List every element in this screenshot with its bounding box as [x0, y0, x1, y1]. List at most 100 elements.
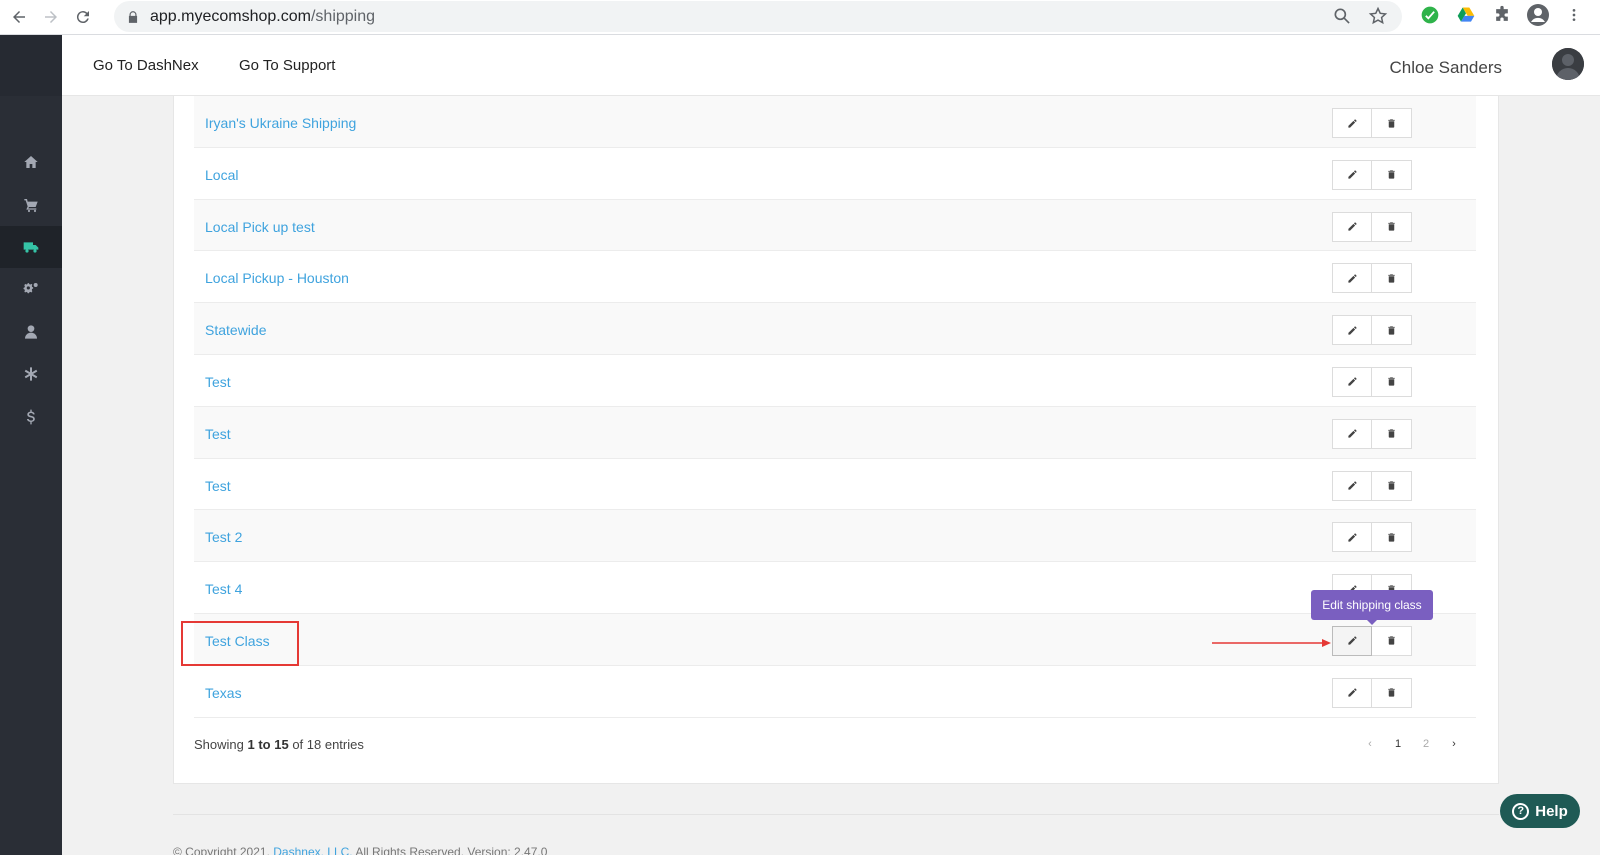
edit-button[interactable] [1332, 677, 1372, 708]
shipping-class-link[interactable]: Iryan's Ukraine Shipping [205, 115, 356, 131]
help-question-icon: ? [1512, 802, 1530, 820]
edit-button[interactable] [1332, 159, 1372, 190]
trash-icon [1386, 325, 1397, 336]
edit-button[interactable] [1332, 366, 1372, 397]
extensions-puzzle-icon[interactable] [1490, 3, 1514, 27]
table-row: Local [194, 148, 1476, 200]
bookmark-star-icon[interactable] [1368, 6, 1388, 26]
edit-button[interactable] [1332, 263, 1372, 294]
trash-icon [1386, 169, 1397, 180]
table-info-range: 1 to 15 [247, 737, 289, 752]
table-row: Test 4 [194, 562, 1476, 614]
delete-button[interactable] [1372, 366, 1412, 397]
delete-button[interactable] [1372, 470, 1412, 501]
help-label: Help [1535, 802, 1568, 820]
pencil-icon [1347, 428, 1358, 439]
shipping-classes-card: Iryan's Ukraine Shipping Local Local Pick … [173, 96, 1499, 784]
shipping-class-link[interactable]: Local Pick up test [205, 219, 315, 235]
sidebar [0, 35, 62, 855]
delete-button[interactable] [1372, 418, 1412, 449]
row-actions [1332, 625, 1412, 656]
trash-icon [1386, 221, 1397, 232]
go-to-support-link[interactable]: Go To Support [239, 57, 335, 74]
edit-button[interactable] [1332, 418, 1372, 449]
sidebar-item-orders[interactable] [0, 184, 62, 226]
delete-button[interactable] [1372, 315, 1412, 346]
trash-icon [1386, 273, 1397, 284]
copyright-prefix: © Copyright 2021. [173, 845, 270, 855]
avatar-icon [1552, 48, 1584, 80]
company-link[interactable]: Dashnex, LLC. [273, 845, 352, 855]
delete-button[interactable] [1372, 159, 1412, 190]
shipping-class-link[interactable]: Test [205, 478, 231, 494]
row-actions [1332, 315, 1412, 346]
row-actions [1332, 366, 1412, 397]
edit-button[interactable] [1332, 315, 1372, 346]
sidebar-item-apps[interactable] [0, 353, 62, 395]
trash-icon [1386, 118, 1397, 129]
shipping-class-link[interactable]: Test [205, 374, 231, 390]
pagination-prev[interactable]: ‹ [1356, 732, 1384, 756]
trash-icon [1386, 480, 1397, 491]
annotation-arrow-icon [1212, 639, 1331, 647]
sidebar-item-home[interactable] [0, 141, 62, 183]
shipping-class-link[interactable]: Statewide [205, 322, 266, 338]
pagination-page-1[interactable]: 1 [1384, 732, 1412, 756]
address-bar[interactable]: app.myecomshop.com/shipping [114, 1, 1402, 32]
forward-icon[interactable] [38, 4, 64, 30]
shipping-class-link[interactable]: Local Pickup - Houston [205, 270, 349, 286]
reload-icon[interactable] [70, 4, 96, 30]
table-info-suffix: of 18 entries [292, 737, 364, 752]
sidebar-item-settings[interactable] [0, 268, 62, 310]
table-row: Test [194, 459, 1476, 511]
delete-button[interactable] [1372, 211, 1412, 242]
shipping-class-link[interactable]: Local [205, 167, 238, 183]
highlight-box [181, 621, 299, 666]
shipping-class-link[interactable]: Test 2 [205, 529, 242, 545]
copyright: © Copyright 2021. Dashnex, LLC. All Righ… [173, 845, 547, 855]
shipping-class-link[interactable]: Texas [205, 685, 242, 701]
footer-divider [173, 814, 1499, 815]
user-name[interactable]: Chloe Sanders [1390, 58, 1502, 78]
trash-icon [1386, 687, 1397, 698]
help-button[interactable]: ? Help [1500, 794, 1580, 828]
back-icon[interactable] [6, 4, 32, 30]
trash-icon [1386, 532, 1397, 543]
tooltip-arrow [1366, 619, 1378, 625]
pencil-icon [1347, 169, 1358, 180]
pencil-icon [1347, 635, 1358, 646]
pagination-next[interactable]: › [1440, 732, 1468, 756]
delete-button[interactable] [1372, 522, 1412, 553]
delete-button[interactable] [1372, 108, 1412, 138]
url-path: /shipping [310, 7, 376, 25]
edit-button[interactable] [1332, 211, 1372, 242]
row-actions [1332, 211, 1412, 242]
sidebar-item-billing[interactable] [0, 396, 62, 438]
edit-button[interactable] [1332, 625, 1372, 656]
edit-button[interactable] [1332, 522, 1372, 553]
pencil-icon [1347, 376, 1358, 387]
edit-button[interactable] [1332, 470, 1372, 501]
sync-extension-icon[interactable] [1418, 3, 1442, 27]
delete-button[interactable] [1372, 625, 1412, 656]
delete-button[interactable] [1372, 677, 1412, 708]
edit-button[interactable] [1332, 108, 1372, 138]
sidebar-item-customers[interactable] [0, 311, 62, 353]
shipping-class-link[interactable]: Test 4 [205, 581, 242, 597]
zoom-icon[interactable] [1332, 6, 1352, 26]
delete-button[interactable] [1372, 263, 1412, 294]
profile-icon[interactable] [1526, 3, 1550, 27]
drive-extension-icon[interactable] [1454, 3, 1478, 27]
browser-menu-icon[interactable] [1562, 3, 1586, 27]
table-row: Texas [194, 666, 1476, 718]
trash-icon [1386, 376, 1397, 387]
pencil-icon [1347, 480, 1358, 491]
trash-icon [1386, 635, 1397, 646]
table-row: Local Pick up test [194, 199, 1476, 252]
table-info-prefix: Showing [194, 737, 244, 752]
go-to-dashnex-link[interactable]: Go To DashNex [93, 57, 199, 74]
pagination-page-2[interactable]: 2 [1412, 732, 1440, 756]
shipping-class-link[interactable]: Test [205, 426, 231, 442]
avatar[interactable] [1552, 48, 1584, 80]
sidebar-item-shipping[interactable] [0, 226, 62, 268]
